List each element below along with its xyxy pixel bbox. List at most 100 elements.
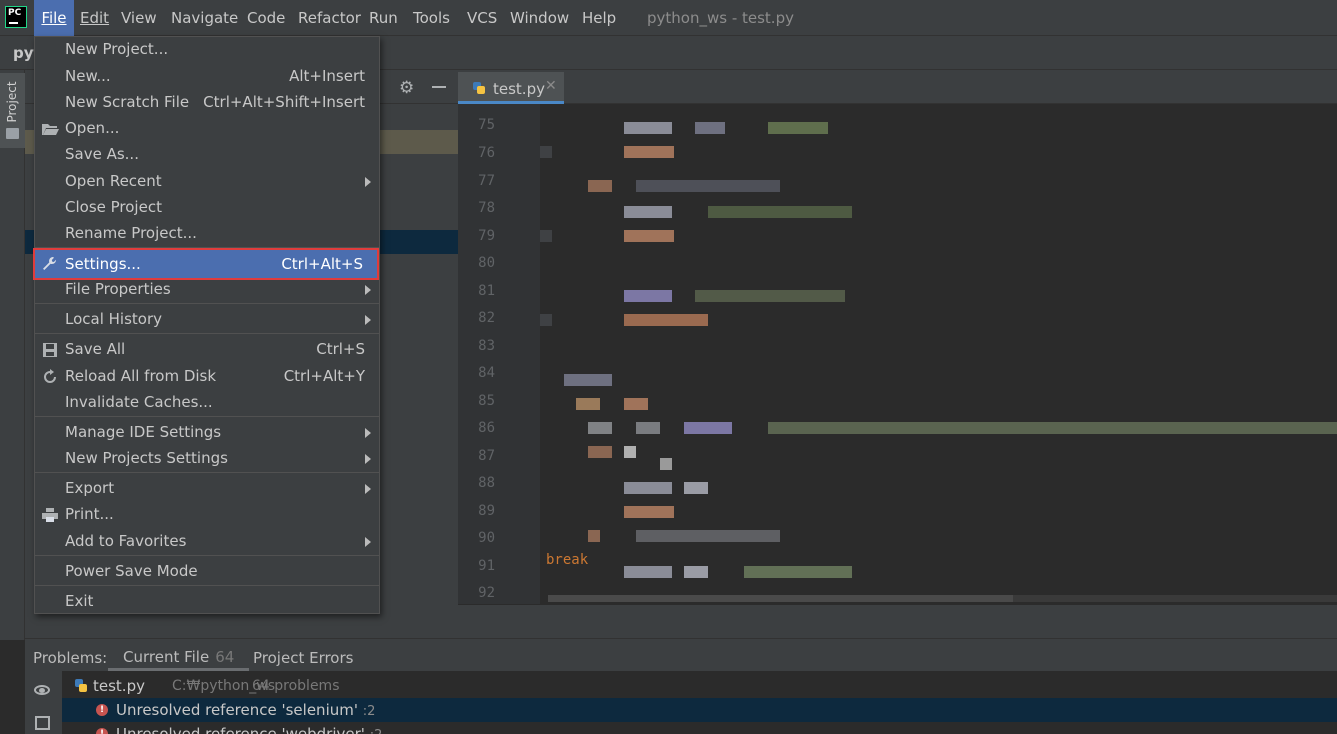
menu-item-reload-all[interactable]: Reload All from Disk Ctrl+Alt+Y <box>35 364 379 390</box>
obscured-code <box>684 566 708 578</box>
submenu-arrow-icon <box>365 428 371 438</box>
line-number: 85 <box>478 393 495 409</box>
menu-vcs[interactable]: VCS <box>467 9 497 27</box>
submenu-arrow-icon <box>365 454 371 464</box>
problem-text-wrap: Unresolved reference 'webdriver' :2 <box>116 725 382 734</box>
menu-item-open[interactable]: Open... <box>35 116 379 142</box>
menu-item-new-project[interactable]: New Project... <box>35 37 379 63</box>
menu-item-exit[interactable]: Exit <box>35 589 379 615</box>
menu-separator <box>35 416 379 417</box>
python-file-icon <box>473 82 485 94</box>
menu-item-power-save-mode[interactable]: Power Save Mode <box>35 559 379 585</box>
close-icon[interactable]: ✕ <box>545 78 557 94</box>
line-number: 86 <box>478 420 495 436</box>
menu-item-rename-project[interactable]: Rename Project... <box>35 221 379 247</box>
menu-item-new-projects-settings[interactable]: New Projects Settings <box>35 446 379 472</box>
menu-file[interactable]: File <box>34 0 74 36</box>
menu-separator <box>35 333 379 334</box>
menu-item-file-properties[interactable]: File Properties <box>35 277 379 303</box>
menu-window[interactable]: Window <box>510 9 569 27</box>
menu-item-manage-ide-settings[interactable]: Manage IDE Settings <box>35 420 379 446</box>
menu-item-label: File Properties <box>65 280 171 298</box>
save-icon <box>43 343 57 357</box>
line-number: 91 <box>478 558 495 574</box>
menu-refactor[interactable]: Refactor <box>298 9 361 27</box>
menu-item-shortcut: Ctrl+Alt+S <box>281 255 363 273</box>
menu-item-export[interactable]: Export <box>35 476 379 502</box>
fold-marker <box>540 314 552 326</box>
obscured-code <box>684 422 732 434</box>
menu-item-close-project[interactable]: Close Project <box>35 195 379 221</box>
menu-item-settings[interactable]: Settings... Ctrl+Alt+S <box>33 248 379 280</box>
menu-code[interactable]: Code <box>247 9 285 27</box>
line-number: 75 <box>478 117 495 133</box>
reload-icon <box>44 369 56 383</box>
obscured-code <box>624 230 674 242</box>
menu-item-local-history[interactable]: Local History <box>35 307 379 333</box>
tab-current-file[interactable]: Current File 64 <box>108 639 250 671</box>
obscured-code <box>768 122 828 134</box>
file-menu-dropdown: New Project... New... Alt+Insert New Scr… <box>33 36 380 615</box>
obscured-code <box>624 482 672 494</box>
menu-item-new[interactable]: New... Alt+Insert <box>35 64 379 90</box>
menu-item-label: New Project... <box>65 40 169 58</box>
menu-item-print[interactable]: Print... <box>35 502 379 528</box>
line-number: 90 <box>478 530 495 546</box>
line-number: 79 <box>478 228 495 244</box>
menu-help[interactable]: Help <box>582 9 616 27</box>
obscured-code <box>695 122 725 134</box>
menu-item-label: Open... <box>65 119 120 137</box>
problems-file-row[interactable]: test.py C:₩python_ws 64 problems <box>62 674 1337 698</box>
menu-item-shortcut: Ctrl+Alt+Shift+Insert <box>203 93 365 111</box>
menu-item-open-recent[interactable]: Open Recent <box>35 169 379 195</box>
menu-item-label: Power Save Mode <box>65 562 198 580</box>
menu-separator <box>35 303 379 304</box>
problems-count: 64 problems <box>252 678 340 694</box>
problem-text-wrap: Unresolved reference 'selenium' :2 <box>116 701 375 719</box>
code-area[interactable] <box>540 104 1337 604</box>
menu-tools[interactable]: Tools <box>413 9 450 27</box>
menu-item-add-to-favorites[interactable]: Add to Favorites <box>35 529 379 555</box>
menu-bar: PC File Edit View Navigate Code Refactor… <box>0 0 1337 36</box>
obscured-code <box>624 122 672 134</box>
menu-item-invalidate-caches[interactable]: Invalidate Caches... <box>35 390 379 416</box>
menu-item-save-all[interactable]: Save All Ctrl+S <box>35 337 379 363</box>
submenu-arrow-icon <box>365 285 371 295</box>
problems-list: test.py C:₩python_ws 64 problems ! Unres… <box>62 671 1337 734</box>
horizontal-scrollbar-thumb[interactable] <box>548 595 1013 602</box>
wrench-icon <box>43 257 57 270</box>
tab-project-errors[interactable]: Project Errors <box>253 649 353 667</box>
menu-edit[interactable]: Edit <box>80 9 109 27</box>
obscured-code <box>624 314 708 326</box>
obscured-code <box>576 398 600 410</box>
error-icon: ! <box>96 704 108 716</box>
menu-view[interactable]: View <box>121 9 157 27</box>
problem-row[interactable]: ! Unresolved reference 'webdriver' :2 <box>62 722 1337 734</box>
obscured-code <box>624 506 674 518</box>
line-number: 77 <box>478 173 495 189</box>
obscured-code <box>636 530 780 542</box>
menu-navigate[interactable]: Navigate <box>171 9 238 27</box>
menu-item-label: Save As... <box>65 145 139 163</box>
menu-item-label: New... <box>65 67 111 85</box>
eye-icon[interactable] <box>34 685 50 695</box>
problem-row[interactable]: ! Unresolved reference 'selenium' :2 <box>62 698 1337 722</box>
gear-icon[interactable]: ⚙ <box>399 78 414 98</box>
menu-item-label: Settings... <box>65 255 141 273</box>
problem-text: Unresolved reference 'webdriver' <box>116 725 365 734</box>
line-number: 83 <box>478 338 495 354</box>
editor-tab-test-py[interactable]: test.py ✕ <box>458 72 564 104</box>
menu-item-save-as[interactable]: Save As... <box>35 142 379 168</box>
minimize-icon[interactable] <box>432 86 446 88</box>
menu-item-label: Invalidate Caches... <box>65 393 213 411</box>
preview-icon[interactable] <box>35 716 50 730</box>
menu-item-label: Manage IDE Settings <box>65 423 222 441</box>
obscured-code <box>684 482 708 494</box>
menu-item-label: Export <box>65 479 115 497</box>
menu-run[interactable]: Run <box>369 9 398 27</box>
problem-text: Unresolved reference 'selenium' <box>116 701 358 719</box>
code-keyword: break <box>546 552 589 568</box>
horizontal-scrollbar-track[interactable] <box>1013 595 1337 602</box>
project-tool-tab-label[interactable]: Project <box>5 77 19 127</box>
menu-item-new-scratch-file[interactable]: New Scratch File Ctrl+Alt+Shift+Insert <box>35 90 379 116</box>
